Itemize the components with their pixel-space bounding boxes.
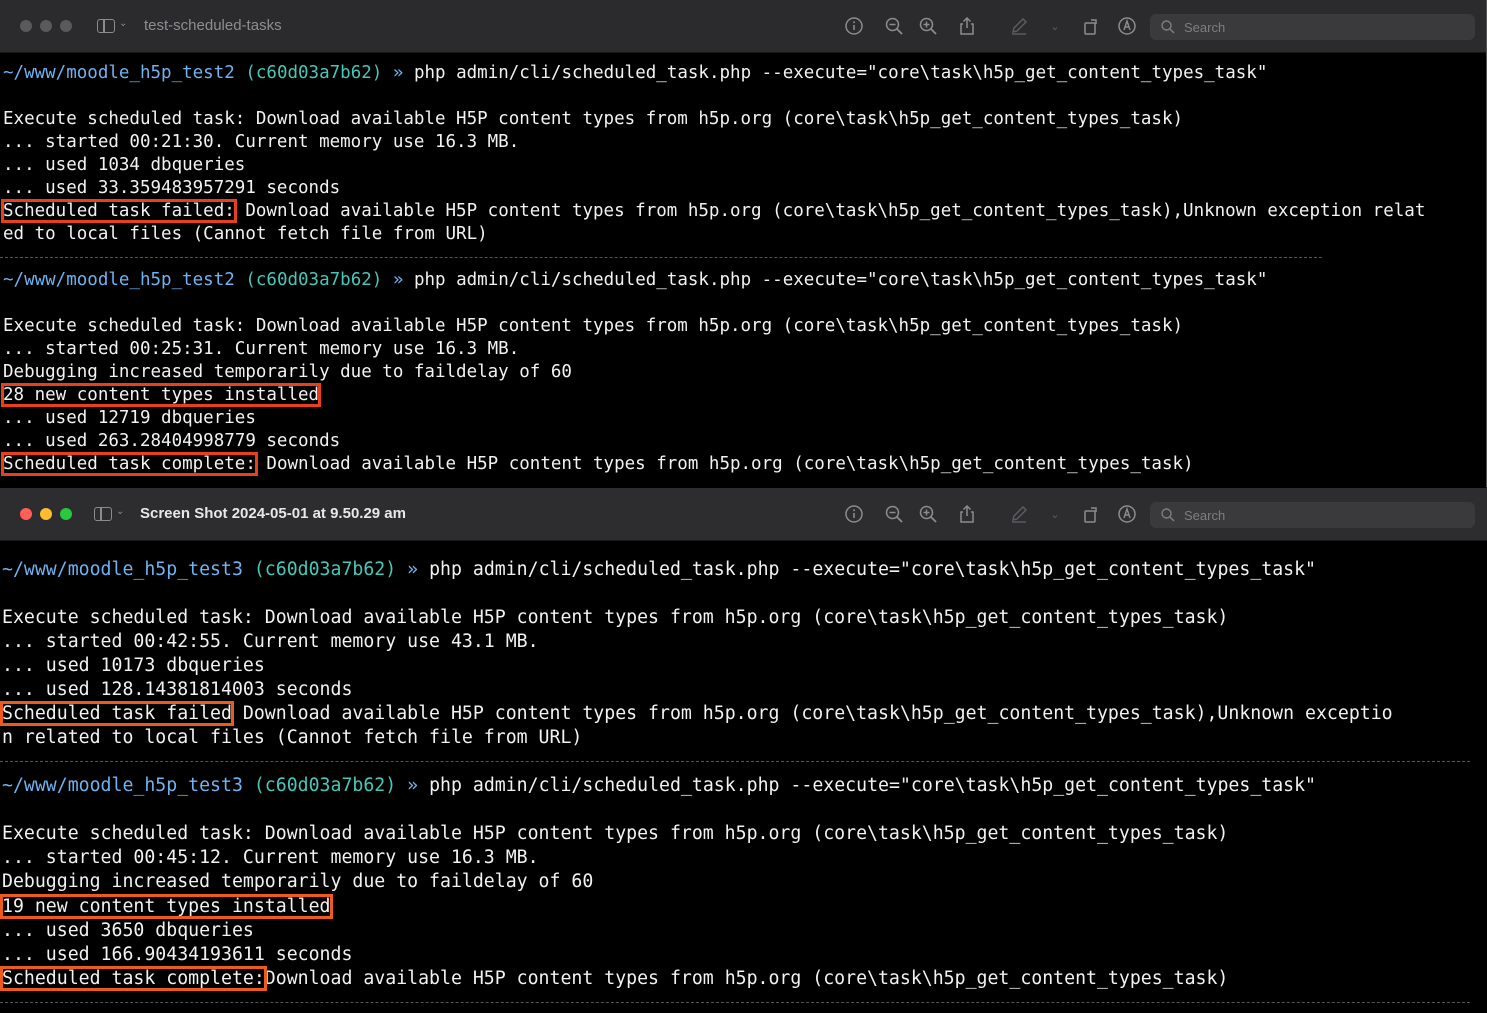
zoom-in-icon[interactable] (917, 16, 939, 38)
window-title: test-scheduled-tasks (144, 17, 282, 34)
preview-window-2: ⌄ Screen Shot 2024-05-01 at 9.50.29 am ⌄ (0, 488, 1487, 1013)
output-line: ... used 33.359483957291 seconds (3, 178, 341, 198)
search-input[interactable] (1184, 17, 1464, 37)
output-line: Execute scheduled task: Download availab… (2, 823, 1229, 844)
output-line: Scheduled task complete: Download availa… (1, 452, 1194, 476)
prompt-line: ~/www/moodle_h5p_test2 (c60d03a7b62) » p… (3, 63, 1268, 83)
output-line: 19 new content types installed (0, 894, 333, 919)
markup-circle-icon[interactable] (1116, 504, 1138, 526)
output-line: Execute scheduled task: Download availab… (3, 316, 1184, 336)
output-line: ... used 1034 dbqueries (3, 155, 246, 175)
search-icon (1161, 20, 1175, 34)
separator (0, 1002, 1470, 1003)
output-line: Debugging increased temporarily due to f… (2, 871, 594, 892)
zoom-button[interactable] (60, 20, 72, 32)
output-line: Scheduled task complete:Download availab… (0, 966, 1229, 991)
output-line: Execute scheduled task: Download availab… (3, 109, 1184, 129)
output-line: ... used 128.14381814003 seconds (2, 679, 353, 700)
traffic-lights (20, 20, 72, 32)
output-line: ... used 263.28404998779 seconds (3, 431, 341, 451)
output-line: ... used 10173 dbqueries (2, 655, 265, 676)
prompt-line: ~/www/moodle_h5p_test3 (c60d03a7b62) » p… (2, 775, 1317, 796)
chevron-down-icon[interactable]: ⌄ (1044, 504, 1066, 526)
zoom-out-icon[interactable] (883, 16, 905, 38)
highlight-box-complete: Scheduled task complete: (0, 966, 267, 991)
output-line: Execute scheduled task: Download availab… (2, 607, 1229, 628)
highlight-box-failed: Scheduled task failed: (1, 199, 237, 223)
minimize-button[interactable] (40, 508, 52, 520)
preview-window-1: ⌄ test-scheduled-tasks ⌄ ~/www/m (0, 0, 1487, 487)
prompt-line: ~/www/moodle_h5p_test3 (c60d03a7b62) » p… (2, 559, 1317, 580)
markup-pen-icon[interactable] (1008, 504, 1030, 526)
title-bar: ⌄ test-scheduled-tasks ⌄ (0, 0, 1486, 53)
minimize-button[interactable] (40, 20, 52, 32)
output-line: Debugging increased temporarily due to f… (3, 362, 572, 382)
zoom-in-icon[interactable] (917, 504, 939, 526)
output-line: ed to local files (Cannot fetch file fro… (3, 224, 488, 244)
sidebar-icon (94, 507, 112, 521)
output-line: ... started 00:42:55. Current memory use… (2, 631, 539, 652)
sidebar-toggle-button[interactable]: ⌄ (97, 17, 129, 37)
close-button[interactable] (20, 20, 32, 32)
zoom-button[interactable] (60, 508, 72, 520)
traffic-lights (20, 508, 72, 520)
sidebar-toggle-button[interactable]: ⌄ (94, 505, 126, 525)
markup-pen-icon[interactable] (1008, 16, 1030, 38)
close-button[interactable] (20, 508, 32, 520)
chevron-down-icon: ⌄ (119, 18, 128, 29)
highlight-box-complete: Scheduled task complete: (1, 452, 258, 476)
zoom-out-icon[interactable] (883, 504, 905, 526)
search-icon (1161, 508, 1175, 522)
markup-circle-icon[interactable] (1116, 16, 1138, 38)
separator (0, 257, 1322, 258)
share-icon[interactable] (956, 16, 978, 38)
title-bar: ⌄ Screen Shot 2024-05-01 at 9.50.29 am ⌄ (0, 488, 1487, 541)
share-icon[interactable] (956, 504, 978, 526)
info-icon[interactable] (843, 504, 865, 526)
output-line: ... used 12719 dbqueries (3, 408, 256, 428)
output-line: Scheduled task failed Download available… (0, 701, 1393, 726)
search-input[interactable] (1184, 505, 1464, 525)
window-title: Screen Shot 2024-05-01 at 9.50.29 am (140, 505, 406, 522)
search-field[interactable] (1150, 14, 1475, 40)
output-line: ... used 3650 dbqueries (2, 920, 254, 941)
output-line: Scheduled task failed: Download availabl… (1, 199, 1426, 223)
separator (0, 761, 1470, 762)
highlight-box-installed: 19 new content types installed (0, 894, 333, 919)
chevron-down-icon[interactable]: ⌄ (1044, 16, 1066, 38)
chevron-down-icon: ⌄ (116, 506, 125, 517)
output-line: ... started 00:45:12. Current memory use… (2, 847, 539, 868)
search-field[interactable] (1150, 502, 1475, 528)
terminal-content: ~/www/moodle_h5p_test3 (c60d03a7b62) » p… (0, 541, 1487, 1013)
highlight-box-installed: 28 new content types installed (0, 383, 322, 407)
output-line: ... started 00:25:31. Current memory use… (3, 339, 520, 359)
rotate-icon[interactable] (1080, 504, 1102, 526)
info-icon[interactable] (843, 16, 865, 38)
output-line: ... used 166.90434193611 seconds (2, 944, 353, 965)
output-line: n related to local files (Cannot fetch f… (2, 727, 583, 748)
sidebar-icon (97, 19, 115, 33)
rotate-icon[interactable] (1080, 16, 1102, 38)
prompt-line: ~/www/moodle_h5p_test2 (c60d03a7b62) » p… (3, 270, 1268, 290)
output-line: ... started 00:21:30. Current memory use… (3, 132, 520, 152)
highlight-box-failed: Scheduled task failed (0, 701, 234, 726)
terminal-content: ~/www/moodle_h5p_test2 (c60d03a7b62) » p… (0, 53, 1486, 487)
output-line: 28 new content types installed (0, 383, 322, 407)
